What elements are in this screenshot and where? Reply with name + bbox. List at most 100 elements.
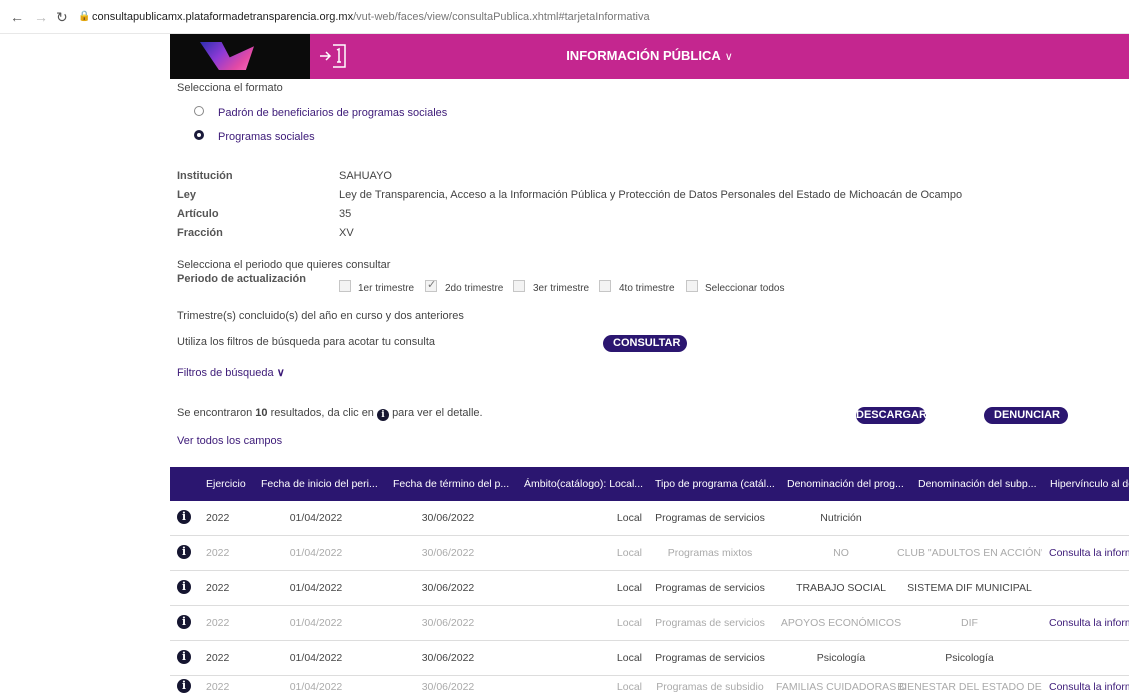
back-arrow-icon[interactable]: ← — [10, 9, 24, 25]
col-ejercicio[interactable]: Ejercicio — [206, 478, 246, 490]
chevron-down-icon: ∨ — [724, 51, 733, 63]
consultar-button[interactable]: CONSULTAR — [603, 335, 687, 352]
cell-ejercicio: 2022 — [206, 547, 230, 559]
table-row: i 2022 01/04/2022 30/06/2022 Local Progr… — [170, 500, 1129, 536]
cell-fecha-termino: 30/06/2022 — [421, 547, 475, 559]
cell-ambito: Local — [616, 512, 642, 524]
table-row: i 2022 01/04/2022 30/06/2022 Local Progr… — [170, 605, 1129, 641]
detail-label-articulo: Artículo — [177, 208, 219, 220]
col-tipo-programa[interactable]: Tipo de programa (catál... — [655, 478, 775, 490]
checkbox-label: 2do trimestre — [445, 283, 504, 294]
cell-denominacion-subprograma: DIF — [961, 617, 978, 629]
col-fecha-termino[interactable]: Fecha de término del p... — [393, 478, 509, 490]
detail-value-ley: Ley de Transparencia, Acceso a la Inform… — [339, 189, 963, 201]
descargar-button[interactable]: DESCARGAR — [856, 407, 927, 424]
cell-ambito: Local — [616, 582, 642, 594]
results-suffix: resultados, da clic en — [270, 407, 374, 419]
cell-hipervinculo[interactable]: Consulta la inform — [1049, 617, 1129, 629]
cell-denominacion-programa: FAMILIAS CUIDADORAS DE — [776, 681, 906, 693]
filters-toggle[interactable]: Filtros de búsqueda ∨ — [177, 366, 285, 379]
table-row: i 2022 01/04/2022 30/06/2022 Local Progr… — [170, 535, 1129, 571]
results-prefix: Se encontraron — [177, 407, 253, 419]
detail-label-ley: Ley — [177, 189, 196, 201]
checkbox-label: 1er trimestre — [358, 283, 415, 294]
cell-fecha-termino: 30/06/2022 — [421, 652, 475, 664]
info-icon[interactable]: i — [177, 679, 191, 693]
checkbox-label: Seleccionar todos — [705, 283, 785, 294]
checkbox-seleccionar-todos[interactable] — [686, 280, 698, 292]
col-denominacion-subprograma[interactable]: Denominación del subp... — [918, 478, 1037, 490]
cell-denominacion-subprograma: BIENESTAR DEL ESTADO DE — [897, 681, 1042, 693]
radio-programas-sociales[interactable] — [194, 130, 204, 140]
info-icon[interactable]: i — [177, 510, 191, 524]
cell-hipervinculo[interactable]: Consulta la inform — [1049, 681, 1129, 693]
cell-ambito: Local — [616, 547, 642, 559]
cell-ambito: Local — [616, 681, 642, 693]
info-icon[interactable]: i — [177, 615, 191, 629]
period-note: Trimestre(s) concluido(s) del año en cur… — [177, 310, 464, 322]
info-icon[interactable]: i — [177, 545, 191, 559]
info-publica-menu[interactable]: INFORMACIÓN PÚBLICA ∨ — [170, 48, 1129, 63]
format-option-padron[interactable]: Padrón de beneficiarios de programas soc… — [218, 107, 447, 119]
col-denominacion-programa[interactable]: Denominación del prog... — [787, 478, 904, 490]
cell-fecha-termino: 30/06/2022 — [421, 617, 475, 629]
cell-fecha-inicio: 01/04/2022 — [289, 681, 343, 693]
cell-ejercicio: 2022 — [206, 652, 230, 664]
address-bar[interactable]: consultapublicamx.plataformadetransparen… — [92, 11, 650, 23]
cell-tipo-programa: Programas de servicios — [655, 512, 765, 524]
cell-denominacion-subprograma: CLUB "ADULTOS EN ACCIÓN" — [897, 547, 1042, 559]
cell-fecha-termino: 30/06/2022 — [421, 582, 475, 594]
cell-tipo-programa: Programas de servicios — [655, 582, 765, 594]
cell-denominacion-programa: APOYOS ECONÓMICOS — [780, 617, 902, 629]
cell-hipervinculo[interactable]: Consulta la inform — [1049, 547, 1129, 559]
checkbox-label: 3er trimestre — [533, 283, 590, 294]
cell-fecha-inicio: 01/04/2022 — [289, 512, 343, 524]
results-summary: Se encontraron 10 resultados, da clic en… — [177, 407, 483, 421]
detail-value-fraccion: XV — [339, 227, 354, 239]
cell-denominacion-subprograma: SISTEMA DIF MUNICIPAL — [907, 582, 1032, 594]
cell-fecha-termino: 30/06/2022 — [421, 512, 475, 524]
denunciar-button[interactable]: DENUNCIAR — [984, 407, 1068, 424]
cell-denominacion-programa: Nutrición — [820, 512, 862, 524]
cell-tipo-programa: Programas de subsidio — [656, 681, 764, 693]
col-hipervinculo[interactable]: Hipervínculo al do — [1050, 478, 1129, 490]
cell-ejercicio: 2022 — [206, 512, 230, 524]
cell-tipo-programa: Programas de servicios — [655, 617, 765, 629]
header-title: INFORMACIÓN PÚBLICA — [566, 48, 721, 63]
cell-denominacion-programa: TRABAJO SOCIAL — [796, 582, 886, 594]
radio-padron[interactable] — [194, 106, 204, 116]
chevron-down-icon: ∨ — [276, 367, 285, 379]
ver-todos-campos-link[interactable]: Ver todos los campos — [177, 435, 282, 447]
cell-ejercicio: 2022 — [206, 681, 230, 693]
results-suffix2: para ver el detalle. — [392, 407, 483, 419]
format-option-programas[interactable]: Programas sociales — [218, 131, 315, 143]
checkbox-1er-trimestre[interactable] — [339, 280, 351, 292]
info-icon[interactable]: i — [177, 580, 191, 594]
checkbox-3er-trimestre[interactable] — [513, 280, 525, 292]
checkbox-4to-trimestre[interactable] — [599, 280, 611, 292]
cell-ejercicio: 2022 — [206, 582, 230, 594]
cell-fecha-inicio: 01/04/2022 — [289, 617, 343, 629]
results-count: 10 — [255, 407, 268, 419]
detail-value-institucion: SAHUAYO — [339, 170, 392, 182]
filters-toggle-label: Filtros de búsqueda — [177, 367, 274, 379]
lock-icon: 🔒 — [78, 11, 91, 22]
cell-fecha-inicio: 01/04/2022 — [289, 582, 343, 594]
results-table-header: Ejercicio Fecha de inicio del peri... Fe… — [170, 467, 1129, 501]
table-row: i 2022 01/04/2022 30/06/2022 Local Progr… — [170, 640, 1129, 676]
col-ambito[interactable]: Ámbito(catálogo): Local... — [524, 478, 643, 490]
forward-arrow-icon[interactable]: → — [34, 9, 48, 25]
cell-ambito: Local — [616, 652, 642, 664]
cell-fecha-inicio: 01/04/2022 — [289, 547, 343, 559]
reload-icon[interactable]: ↻ — [56, 9, 68, 26]
info-icon[interactable]: i — [177, 650, 191, 664]
table-row: i 2022 01/04/2022 30/06/2022 Local Progr… — [170, 570, 1129, 606]
format-prompt: Selecciona el formato — [177, 82, 283, 94]
table-row: i 2022 01/04/2022 30/06/2022 Local Progr… — [170, 675, 1129, 698]
col-fecha-inicio[interactable]: Fecha de inicio del peri... — [261, 478, 378, 490]
period-prompt: Selecciona el periodo que quieres consul… — [177, 259, 391, 271]
cell-ejercicio: 2022 — [206, 617, 230, 629]
checkbox-2do-trimestre[interactable] — [425, 278, 437, 292]
cell-tipo-programa: Programas de servicios — [655, 652, 765, 664]
cell-denominacion-programa: Psicología — [816, 652, 866, 664]
